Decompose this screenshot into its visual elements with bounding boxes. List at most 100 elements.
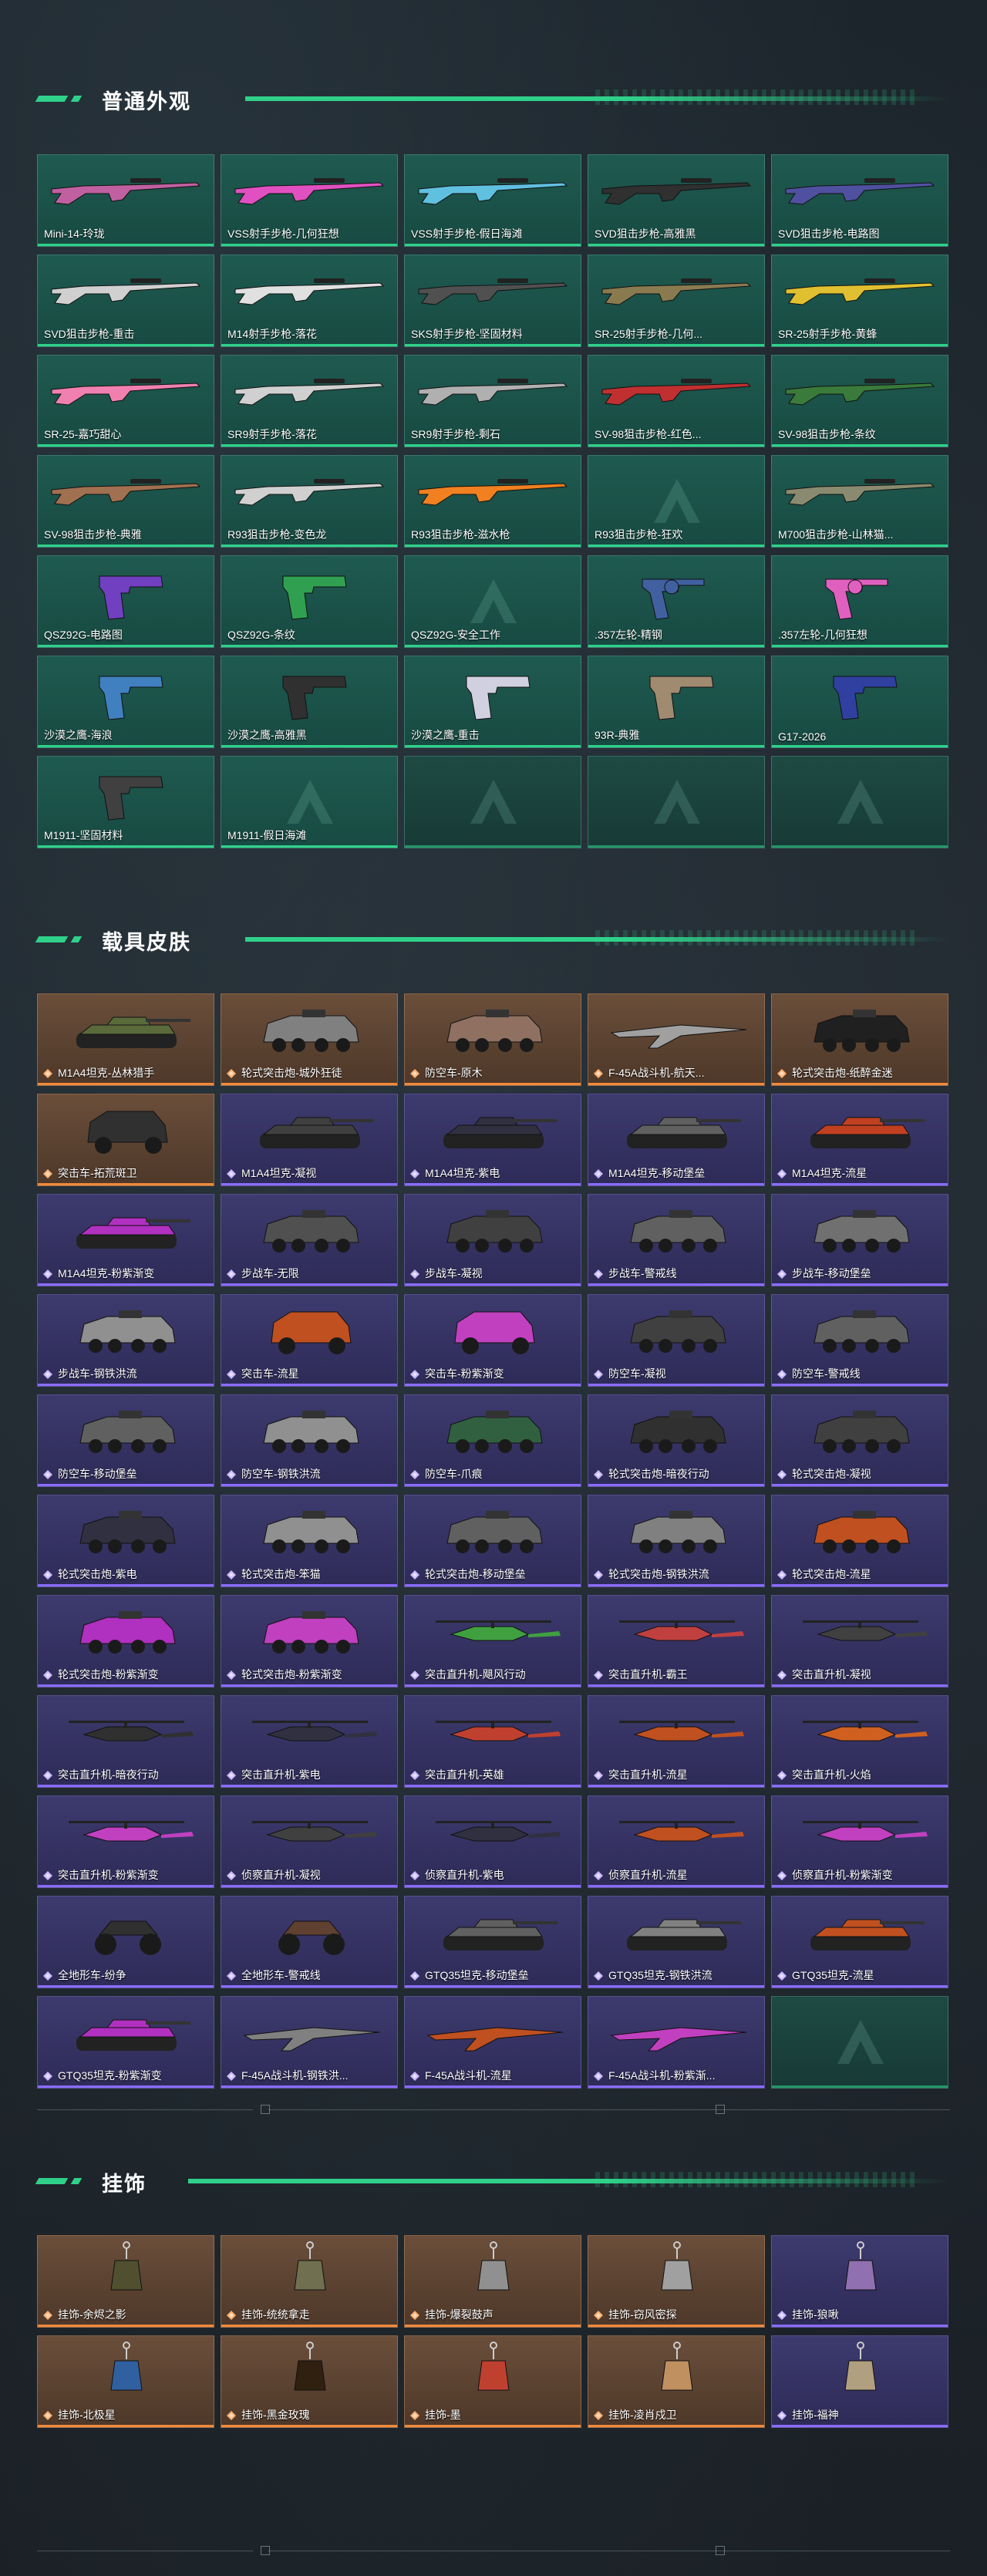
vehicle-skin-card[interactable]: 突击直升机-暗夜行动 — [37, 1695, 214, 1788]
weapon-skin-card[interactable]: M1911-坚固材料 — [37, 756, 214, 848]
weapon-skin-card[interactable]: .357左轮-几何狂想 — [771, 555, 948, 648]
vehicle-skin-card[interactable]: 突击直升机-凝视 — [771, 1595, 948, 1688]
weapon-skin-card[interactable]: QSZ92G-电路图 — [37, 555, 214, 648]
vehicle-skin-card[interactable]: 轮式突击炮-纸醉金迷 — [771, 993, 948, 1086]
vehicle-skin-card[interactable]: GTQ35坦克-粉紫渐变 — [37, 1996, 214, 2089]
vehicle-skin-card[interactable]: 侦察直升机-紫电 — [404, 1795, 581, 1888]
weapon-skin-card[interactable]: SKS射手步枪-坚固材料 — [404, 255, 581, 347]
weapon-skin-card[interactable]: SR9射手步枪-落花 — [221, 355, 398, 447]
charm-card[interactable]: 挂饰-窃风密探 — [588, 2235, 765, 2328]
weapon-skin-card[interactable]: .357左轮-精钢 — [588, 555, 765, 648]
vehicle-skin-card[interactable]: 侦察直升机-粉紫渐变 — [771, 1795, 948, 1888]
vehicle-skin-card[interactable]: 步战车-移动堡垒 — [771, 1194, 948, 1286]
vehicle-skin-card[interactable]: 侦察直升机-流星 — [588, 1795, 765, 1888]
weapon-skin-card[interactable]: G17-2026 — [771, 656, 948, 748]
vehicle-skin-card[interactable]: 防空车-警戒线 — [771, 1294, 948, 1387]
charm-card[interactable]: 挂饰-余烬之影 — [37, 2235, 214, 2328]
vehicle-skin-card[interactable]: 轮式突击炮-移动堡垒 — [404, 1495, 581, 1587]
vehicle-skin-card[interactable]: 轮式突击炮-凝视 — [771, 1394, 948, 1487]
vehicle-skin-card[interactable]: 全地形车-纷争 — [37, 1896, 214, 1988]
vehicle-skin-card[interactable]: M1A4坦克-移动堡垒 — [588, 1094, 765, 1186]
weapon-skin-card[interactable]: VSS射手步枪-假日海滩 — [404, 154, 581, 247]
vehicle-skin-card[interactable]: 突击直升机-粉紫渐变 — [37, 1795, 214, 1888]
vehicle-skin-card[interactable]: 轮式突击炮-暗夜行动 — [588, 1394, 765, 1487]
weapon-skin-card[interactable]: 93R-典雅 — [588, 656, 765, 748]
weapon-skin-card[interactable]: M1911-假日海滩 — [221, 756, 398, 848]
vehicle-skin-card[interactable]: 轮式突击炮-城外狂徒 — [221, 993, 398, 1086]
charm-card[interactable]: 挂饰-福神 — [771, 2335, 948, 2428]
weapon-skin-card[interactable]: R93狙击步枪-狂欢 — [588, 455, 765, 548]
vehicle-skin-card[interactable]: 轮式突击炮-钢铁洪流 — [588, 1495, 765, 1587]
charm-card[interactable]: 挂饰-墨 — [404, 2335, 581, 2428]
vehicle-skin-card[interactable]: 步战车-无限 — [221, 1194, 398, 1286]
weapon-skin-card[interactable]: Mini-14-玲珑 — [37, 154, 214, 247]
vehicle-skin-card[interactable]: 突击车-拓荒斑卫 — [37, 1094, 214, 1186]
weapon-skin-card[interactable]: SV-98狙击步枪-红色... — [588, 355, 765, 447]
vehicle-skin-card[interactable]: 防空车-原木 — [404, 993, 581, 1086]
vehicle-skin-card[interactable]: 突击直升机-紫电 — [221, 1695, 398, 1788]
weapon-skin-card[interactable]: 沙漠之鹰-海浪 — [37, 656, 214, 748]
weapon-skin-card[interactable]: SR-25-嘉巧甜心 — [37, 355, 214, 447]
vehicle-skin-card[interactable]: 轮式突击炮-粉紫渐变 — [221, 1595, 398, 1688]
weapon-skin-card[interactable]: SV-98狙击步枪-条纹 — [771, 355, 948, 447]
vehicle-skin-card[interactable]: GTQ35坦克-流星 — [771, 1896, 948, 1988]
vehicle-skin-card[interactable]: GTQ35坦克-钢铁洪流 — [588, 1896, 765, 1988]
vehicle-skin-card[interactable]: 步战车-凝视 — [404, 1194, 581, 1286]
vehicle-skin-card[interactable]: 防空车-移动堡垒 — [37, 1394, 214, 1487]
weapon-skin-card[interactable]: SVD狙击步枪-重击 — [37, 255, 214, 347]
charm-card[interactable]: 挂饰-黑金玫瑰 — [221, 2335, 398, 2428]
weapon-skin-card[interactable]: SR-25射手步枪-几何... — [588, 255, 765, 347]
vehicle-skin-card[interactable]: 突击直升机-火焰 — [771, 1695, 948, 1788]
item-name: G17-2026 — [778, 730, 827, 743]
vehicle-skin-card[interactable]: F-45A战斗机-钢铁洪... — [221, 1996, 398, 2089]
charm-card[interactable]: 挂饰-统统拿走 — [221, 2235, 398, 2328]
vehicle-skin-card[interactable]: 步战车-警戒线 — [588, 1194, 765, 1286]
vehicle-skin-card[interactable]: 突击车-流星 — [221, 1294, 398, 1387]
weapon-skin-card[interactable]: SVD狙击步枪-电路图 — [771, 154, 948, 247]
vehicle-skin-card[interactable]: 突击车-粉紫渐变 — [404, 1294, 581, 1387]
weapon-skin-card[interactable]: SVD狙击步枪-高雅黑 — [588, 154, 765, 247]
weapon-skin-card[interactable]: M700狙击步枪-山林猫... — [771, 455, 948, 548]
weapon-skin-card[interactable]: SR9射手步枪-剩石 — [404, 355, 581, 447]
vehicle-skin-card[interactable]: 防空车-爪痕 — [404, 1394, 581, 1487]
vehicle-skin-card[interactable]: 轮式突击炮-紫电 — [37, 1495, 214, 1587]
charm-card[interactable]: 挂饰-狼啾 — [771, 2235, 948, 2328]
charm-card[interactable]: 挂饰-爆裂鼓声 — [404, 2235, 581, 2328]
weapon-skin-card[interactable]: M14射手步枪-落花 — [221, 255, 398, 347]
charm-card[interactable]: 挂饰-北极星 — [37, 2335, 214, 2428]
item-name: 防空车-钢铁洪流 — [241, 1468, 321, 1480]
vehicle-skin-card[interactable]: 轮式突击炮-粉紫渐变 — [37, 1595, 214, 1688]
vehicle-skin-card[interactable]: 突击直升机-飓风行动 — [404, 1595, 581, 1688]
vehicle-skin-card[interactable]: 突击直升机-霸王 — [588, 1595, 765, 1688]
weapon-skin-card[interactable]: R93狙击步枪-滋水枪 — [404, 455, 581, 548]
vehicle-skin-card[interactable]: M1A4坦克-粉紫渐变 — [37, 1194, 214, 1286]
vehicle-skin-card[interactable]: F-45A战斗机-流星 — [404, 1996, 581, 2089]
weapon-skin-card[interactable]: 沙漠之鹰-重击 — [404, 656, 581, 748]
vehicle-skin-card[interactable]: 全地形车-警戒线 — [221, 1896, 398, 1988]
vehicle-skin-card[interactable]: 突击直升机-英雄 — [404, 1695, 581, 1788]
weapon-skin-card[interactable]: QSZ92G-条纹 — [221, 555, 398, 648]
vehicle-skin-card[interactable] — [771, 1996, 948, 2089]
vehicle-skin-card[interactable]: M1A4坦克-流星 — [771, 1094, 948, 1186]
vehicle-skin-card[interactable]: F-45A战斗机-航天... — [588, 993, 765, 1086]
vehicle-skin-card[interactable]: M1A4坦克-凝视 — [221, 1094, 398, 1186]
vehicle-skin-card[interactable]: 轮式突击炮-流星 — [771, 1495, 948, 1587]
vehicle-skin-card[interactable]: GTQ35坦克-移动堡垒 — [404, 1896, 581, 1988]
vehicle-skin-card[interactable]: 轮式突击炮-笨猫 — [221, 1495, 398, 1587]
vehicle-skin-card[interactable]: 防空车-钢铁洪流 — [221, 1394, 398, 1487]
vehicle-skin-card[interactable]: M1A4坦克-紫电 — [404, 1094, 581, 1186]
vehicle-skin-card[interactable]: 步战车-钢铁洪流 — [37, 1294, 214, 1387]
weapon-skin-card[interactable]: R93狙击步枪-变色龙 — [221, 455, 398, 548]
vehicle-skin-card[interactable]: F-45A战斗机-粉紫渐... — [588, 1996, 765, 2089]
vehicle-skin-card[interactable]: M1A4坦克-丛林猎手 — [37, 993, 214, 1086]
weapon-skin-card[interactable]: QSZ92G-安全工作 — [404, 555, 581, 648]
charm-card[interactable]: 挂饰-凌肖戍卫 — [588, 2335, 765, 2428]
vehicle-skin-card[interactable]: 侦察直升机-凝视 — [221, 1795, 398, 1888]
weapon-skin-card[interactable]: SV-98狙击步枪-典雅 — [37, 455, 214, 548]
rarity-diamond-icon — [227, 2411, 236, 2420]
vehicle-skin-card[interactable]: 突击直升机-流星 — [588, 1695, 765, 1788]
weapon-skin-card[interactable]: 沙漠之鹰-高雅黑 — [221, 656, 398, 748]
vehicle-skin-card[interactable]: 防空车-凝视 — [588, 1294, 765, 1387]
weapon-skin-card[interactable]: SR-25射手步枪-黄蜂 — [771, 255, 948, 347]
weapon-skin-card[interactable]: VSS射手步枪-几何狂想 — [221, 154, 398, 247]
